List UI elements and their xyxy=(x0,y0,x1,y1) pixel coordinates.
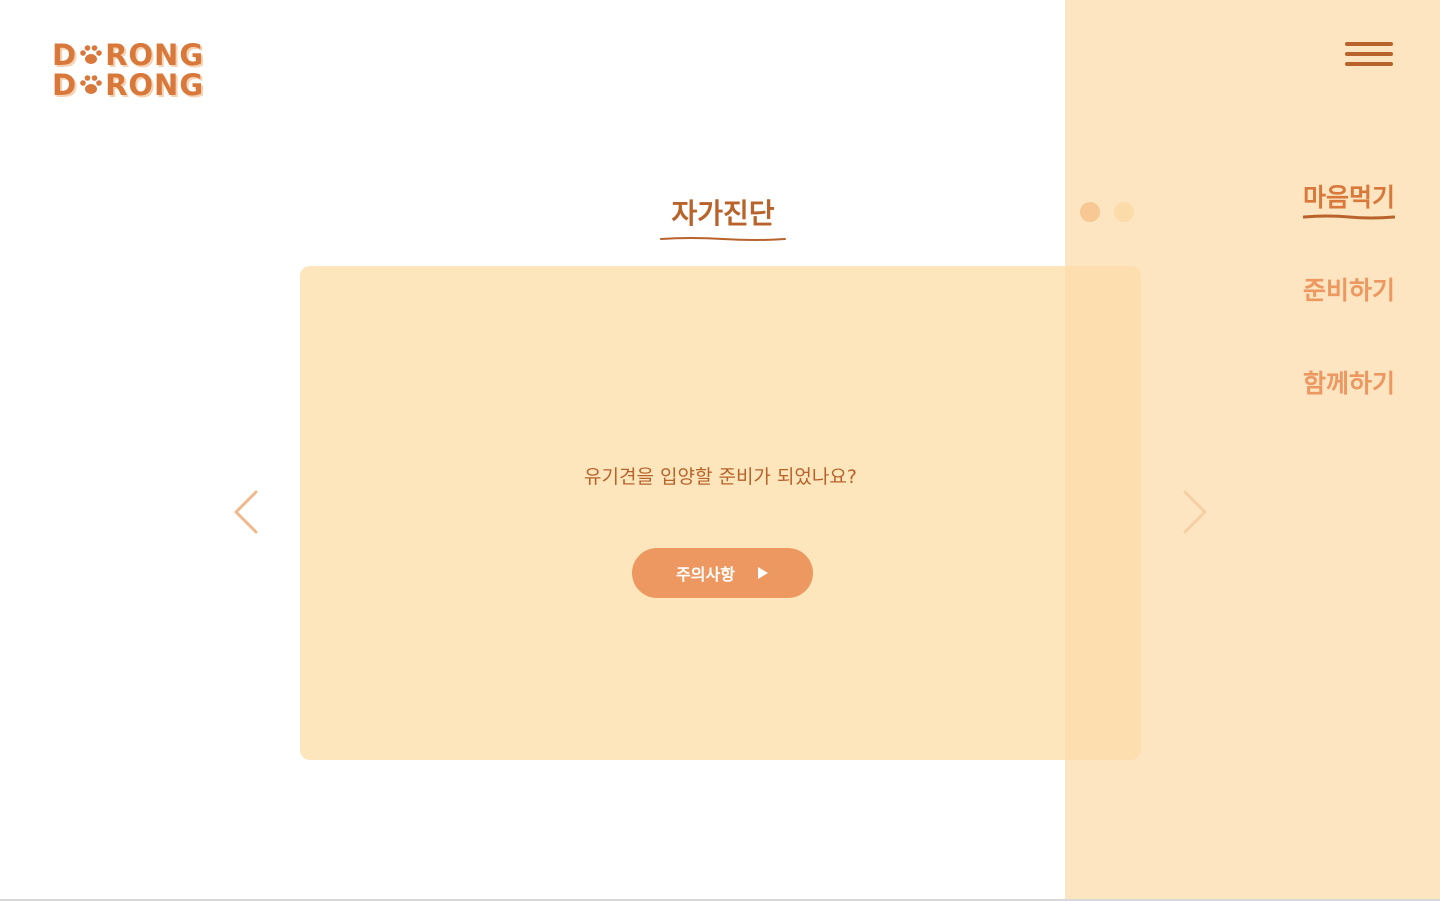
menu-item-label: 준비하기 xyxy=(1302,276,1395,305)
pagination-dots xyxy=(1080,202,1134,222)
chevron-right-icon[interactable] xyxy=(1181,490,1209,534)
logo-line-1: D RONG xyxy=(52,40,204,70)
precautions-button-label: 주의사항 xyxy=(676,565,735,584)
logo[interactable]: D RONG D RONG xyxy=(52,40,204,100)
logo-line-2: D RONG xyxy=(52,70,204,100)
menu-item-label: 마음먹기 xyxy=(1302,183,1395,212)
card-question: 유기견을 입양할 준비가 되었나요? xyxy=(584,466,857,488)
hamburger-icon[interactable] xyxy=(1345,42,1393,70)
page-title-block: 자가진단 xyxy=(660,192,786,242)
logo-letter: D xyxy=(52,38,78,72)
menu-active-underline xyxy=(1303,214,1395,220)
chevron-left-icon[interactable] xyxy=(232,490,260,534)
logo-letter: D xyxy=(52,68,78,102)
side-menu: 마음먹기 준비하기 함께하기 xyxy=(1303,178,1395,457)
self-check-card: 유기견을 입양할 준비가 되었나요? 주의사항 xyxy=(300,266,1141,760)
menu-item-decide[interactable]: 마음먹기 xyxy=(1303,178,1395,220)
hamburger-bar xyxy=(1345,52,1393,56)
menu-item-label: 함께하기 xyxy=(1302,369,1395,398)
precautions-button[interactable]: 주의사항 xyxy=(632,548,813,598)
page-title: 자가진단 xyxy=(671,197,775,230)
paw-icon xyxy=(80,45,102,64)
logo-word: RONG xyxy=(105,68,205,102)
menu-item-prepare[interactable]: 준비하기 xyxy=(1303,271,1395,305)
play-icon xyxy=(757,567,768,579)
pagination-dot[interactable] xyxy=(1080,202,1100,222)
menu-item-together[interactable]: 함께하기 xyxy=(1303,364,1395,398)
logo-word: RONG xyxy=(105,38,205,72)
pagination-dot[interactable] xyxy=(1114,202,1134,222)
title-underline xyxy=(660,237,786,241)
hamburger-bar xyxy=(1345,42,1393,46)
page: D RONG D RONG 자가진단 유기견을 입양할 준비가 되었나요? 주의… xyxy=(0,0,1440,901)
paw-icon xyxy=(80,75,102,94)
hamburger-bar xyxy=(1345,62,1393,66)
